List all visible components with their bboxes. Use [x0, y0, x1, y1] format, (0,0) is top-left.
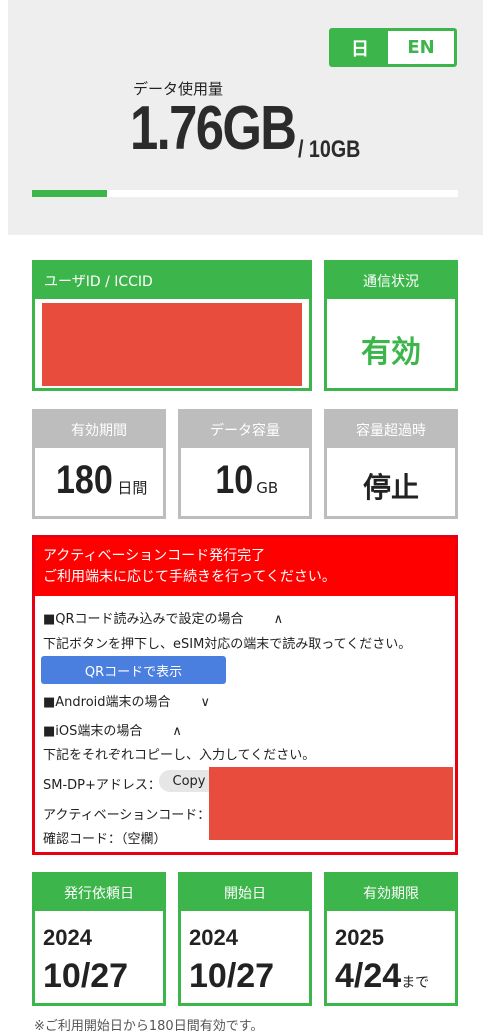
start-date-md: 10/27: [189, 957, 275, 995]
qr-description: 下記ボタンを押下し、eSIM対応の端末で読み取ってください。: [43, 637, 412, 652]
ios-section-toggle[interactable]: ■iOS端末の場合 ∧: [43, 720, 182, 739]
ios-section-label: ■iOS端末の場合: [43, 724, 143, 739]
request-date-year: 2024: [43, 925, 92, 950]
chevron-down-icon: ∨: [200, 695, 211, 710]
lang-en-button[interactable]: EN: [388, 31, 454, 64]
qr-section-label: ■QRコード読み込みで設定の場合: [43, 612, 244, 627]
smdp-label: SM-DP+アドレス：: [43, 778, 161, 793]
android-section-toggle[interactable]: ■Android端末の場合 ∨: [43, 691, 210, 710]
start-date-header: 開始日: [181, 875, 309, 911]
request-date-box: 発行依頼日 2024 10/27: [32, 872, 166, 1006]
language-toggle[interactable]: 日 EN: [329, 28, 457, 67]
activation-panel: アクティベーションコード発行完了 ご利用端末に応じて手続きを行ってください。 ■…: [32, 535, 458, 855]
data-capacity-header: データ容量: [181, 412, 309, 448]
validity-period-unit: 日間: [117, 479, 148, 497]
status-value: 有効: [361, 335, 421, 370]
overflow-value: 停止: [362, 471, 419, 504]
overflow-box: 容量超過時 停止: [324, 409, 458, 519]
usage-value: 1.76GB: [130, 94, 297, 163]
validity-period-box: 有効期間 180 日間: [32, 409, 166, 519]
expiry-date-year: 2025: [335, 925, 384, 950]
activation-title: アクティベーションコード発行完了: [43, 548, 266, 564]
activation-code-label: アクティベーションコード：: [43, 808, 211, 823]
expiry-date-md: 4/24: [335, 957, 402, 995]
redacted-id-block: [42, 303, 302, 386]
expiry-date-value: 4/24まで: [335, 957, 429, 996]
qr-section-toggle[interactable]: ■QRコード読み込みで設定の場合 ∧: [43, 608, 283, 627]
expiry-date-box: 有効期限 2025 4/24まで: [324, 872, 458, 1006]
usage-total: / 10GB: [298, 136, 361, 163]
redacted-code-block: [209, 767, 453, 840]
activation-subtitle: ご利用端末に応じて手続きを行ってください。: [43, 569, 336, 585]
expiry-date-suffix: まで: [401, 975, 430, 991]
data-capacity-box: データ容量 10 GB: [178, 409, 312, 519]
request-date-md: 10/27: [43, 957, 129, 995]
activation-header: アクティベーションコード発行完了 ご利用端末に応じて手続きを行ってください。: [35, 538, 455, 596]
expiry-date-header: 有効期限: [327, 875, 455, 911]
status-header: 通信状況: [327, 263, 455, 299]
validity-period-number: 180: [55, 458, 113, 502]
android-section-label: ■Android端末の場合: [43, 695, 171, 710]
user-id-header: ユーザID / ICCID: [35, 263, 309, 299]
bottom-note: ※ご利用開始日から180日間有効です。: [34, 1019, 264, 1034]
usage-progress-bar: [32, 190, 458, 197]
data-capacity-unit: GB: [256, 479, 279, 497]
usage-progress-fill: [32, 190, 107, 197]
validity-period-header: 有効期間: [35, 412, 163, 448]
request-date-header: 発行依頼日: [35, 875, 163, 911]
lang-ja-button[interactable]: 日: [332, 31, 388, 64]
overflow-header: 容量超過時: [327, 412, 455, 448]
connection-status-box: 通信状況 有効: [324, 260, 458, 391]
chevron-up-icon: ∧: [172, 724, 182, 739]
show-qr-button[interactable]: QRコードで表示: [41, 656, 226, 684]
chevron-up-icon: ∧: [273, 612, 284, 627]
ios-description: 下記をそれぞれコピーし、入力してください。: [43, 748, 316, 763]
confirm-code-label: 確認コード：（空欄）: [43, 832, 167, 847]
start-date-year: 2024: [189, 925, 238, 950]
start-date-box: 開始日 2024 10/27: [178, 872, 312, 1006]
user-id-box: ユーザID / ICCID: [32, 260, 312, 391]
data-capacity-number: 10: [215, 458, 253, 502]
